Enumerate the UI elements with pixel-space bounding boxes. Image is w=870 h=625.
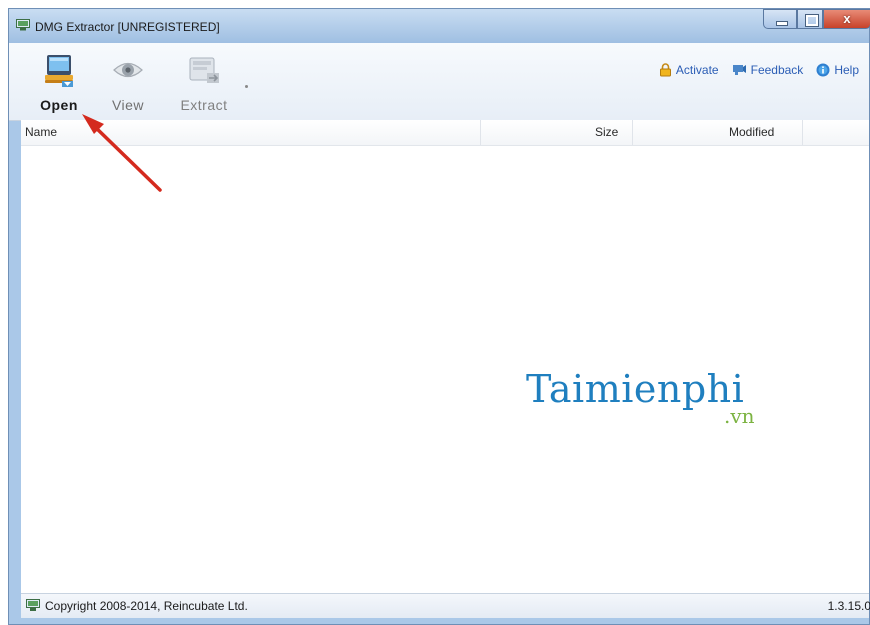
watermark-suffix: .vn: [724, 404, 755, 428]
copyright-text: Copyright 2008-2014, Reincubate Ltd.: [45, 599, 248, 613]
open-label: Open: [40, 97, 78, 113]
feedback-link[interactable]: Feedback: [732, 63, 804, 77]
close-button[interactable]: x: [823, 9, 870, 29]
help-icon: [816, 63, 830, 77]
feedback-icon: [732, 65, 746, 75]
window-title: DMG Extractor [UNREGISTERED]: [35, 20, 220, 34]
help-link[interactable]: Help: [816, 63, 859, 77]
app-window: DMG Extractor [UNREGISTERED] x Open View…: [8, 8, 870, 625]
toolbar: Open View Extract Activate Feedback Help: [9, 43, 869, 121]
window-controls: x: [763, 9, 870, 31]
status-bar: Copyright 2008-2014, Reincubate Ltd. 1.3…: [21, 593, 870, 618]
view-button[interactable]: View: [102, 51, 154, 113]
extract-button[interactable]: Extract: [169, 51, 239, 113]
view-label: View: [111, 97, 145, 113]
extract-label: Extract: [180, 97, 228, 113]
watermark-text: Taimienphi: [526, 367, 745, 411]
extract-icon: [185, 51, 223, 89]
column-header-size[interactable]: Size: [481, 120, 633, 145]
file-list[interactable]: Name Size Modified Taimienphi .vn: [21, 120, 869, 593]
help-label: Help: [834, 63, 859, 77]
top-links: Activate Feedback Help: [659, 63, 859, 77]
app-status-icon: [26, 599, 40, 611]
lock-icon: [659, 63, 671, 77]
minimize-button[interactable]: [763, 9, 797, 29]
maximize-button[interactable]: [797, 9, 823, 29]
activate-label: Activate: [675, 63, 719, 77]
watermark: Taimienphi .vn: [526, 367, 755, 428]
app-icon: [16, 19, 30, 31]
column-header-name[interactable]: Name: [21, 120, 481, 145]
open-disk-icon: [40, 51, 78, 89]
open-button[interactable]: Open: [34, 51, 84, 113]
activate-link[interactable]: Activate: [659, 63, 719, 77]
column-header-modified[interactable]: Modified: [633, 120, 803, 145]
version-text: 1.3.15.0: [827, 599, 870, 613]
list-header: Name Size Modified: [21, 120, 869, 146]
close-icon: x: [843, 11, 851, 26]
eye-icon: [109, 51, 147, 89]
extract-dropdown-icon[interactable]: [245, 85, 248, 88]
title-bar[interactable]: DMG Extractor [UNREGISTERED] x: [9, 9, 870, 43]
feedback-label: Feedback: [750, 63, 804, 77]
